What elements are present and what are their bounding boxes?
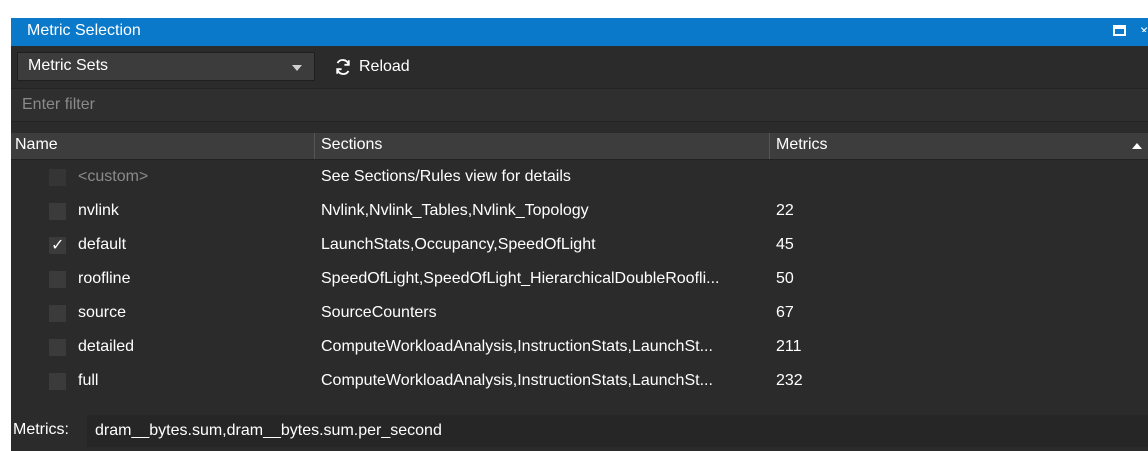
row-sections: Nvlink,Nvlink_Tables,Nvlink_Topology — [321, 202, 589, 219]
table-header: Name Sections Metrics — [11, 133, 1148, 160]
table-row[interactable]: source SourceCounters 67 — [11, 296, 1148, 330]
toolbar: Metric Sets Reload — [11, 46, 1148, 88]
filter-bar — [11, 88, 1148, 122]
metric-sets-dropdown[interactable]: Metric Sets — [17, 52, 315, 81]
table-row[interactable]: detailed ComputeWorkloadAnalysis,Instruc… — [11, 330, 1148, 364]
row-name: nvlink — [78, 202, 119, 219]
row-metrics: 211 — [776, 338, 802, 355]
table-row[interactable]: roofline SpeedOfLight,SpeedOfLight_Hiera… — [11, 262, 1148, 296]
table-row[interactable]: nvlink Nvlink,Nvlink_Tables,Nvlink_Topol… — [11, 194, 1148, 228]
checkmark-icon: ✓ — [51, 237, 65, 254]
row-sections: SpeedOfLight,SpeedOfLight_HierarchicalDo… — [321, 270, 720, 287]
metrics-value-field[interactable]: dram__bytes.sum,dram__bytes.sum.per_seco… — [87, 415, 1148, 447]
filter-input[interactable] — [11, 89, 1148, 121]
row-metrics: 232 — [776, 372, 803, 389]
row-metrics: 22 — [776, 202, 794, 219]
row-metrics: 67 — [776, 304, 794, 321]
table-row[interactable]: ✓ default LaunchStats,Occupancy,SpeedOfL… — [11, 228, 1148, 262]
column-header-metrics[interactable]: Metrics — [776, 136, 828, 154]
row-metrics: 45 — [776, 236, 794, 253]
row-name: detailed — [78, 338, 135, 355]
column-divider[interactable] — [769, 133, 770, 159]
row-checkbox[interactable] — [49, 373, 66, 390]
row-checkbox[interactable]: ✓ — [49, 237, 66, 254]
reload-button[interactable]: Reload — [333, 52, 410, 81]
close-icon[interactable]: × — [1140, 22, 1148, 32]
chevron-down-icon — [292, 65, 302, 71]
row-name: full — [78, 372, 99, 389]
metric-sets-value: Metric Sets — [28, 57, 109, 74]
table-row[interactable]: <custom> See Sections/Rules view for det… — [11, 160, 1148, 194]
row-metrics: 50 — [776, 270, 794, 287]
row-name: <custom> — [78, 168, 149, 185]
row-checkbox[interactable] — [49, 203, 66, 220]
table-row[interactable]: full ComputeWorkloadAnalysis,Instruction… — [11, 364, 1148, 398]
restore-window-icon[interactable] — [1113, 25, 1126, 36]
column-header-sections[interactable]: Sections — [321, 136, 382, 154]
row-name: source — [78, 304, 127, 321]
metric-sets-table: Name Sections Metrics <custom> See Secti… — [11, 133, 1148, 398]
row-sections: ComputeWorkloadAnalysis,InstructionStats… — [321, 372, 713, 389]
reload-label: Reload — [359, 57, 410, 75]
sort-ascending-icon — [1132, 143, 1142, 149]
column-header-name[interactable]: Name — [15, 136, 58, 154]
title-bar: Metric Selection × — [11, 18, 1148, 46]
row-name: roofline — [78, 270, 131, 287]
row-sections: SourceCounters — [321, 304, 437, 321]
metrics-footer: Metrics: dram__bytes.sum,dram__bytes.sum… — [11, 411, 1148, 451]
row-sections: ComputeWorkloadAnalysis,InstructionStats… — [321, 338, 713, 355]
row-sections: LaunchStats,Occupancy,SpeedOfLight — [321, 236, 596, 253]
row-checkbox — [49, 169, 66, 186]
row-name: default — [78, 236, 127, 253]
window-title: Metric Selection — [27, 22, 141, 39]
row-checkbox[interactable] — [49, 339, 66, 356]
row-checkbox[interactable] — [49, 271, 66, 288]
row-checkbox[interactable] — [49, 305, 66, 322]
column-divider[interactable] — [314, 133, 315, 159]
row-sections: See Sections/Rules view for details — [321, 168, 571, 185]
reload-icon — [336, 58, 350, 75]
metric-selection-panel: Metric Selection × Metric Sets Reload Na… — [11, 18, 1148, 451]
metrics-label: Metrics: — [13, 421, 69, 438]
